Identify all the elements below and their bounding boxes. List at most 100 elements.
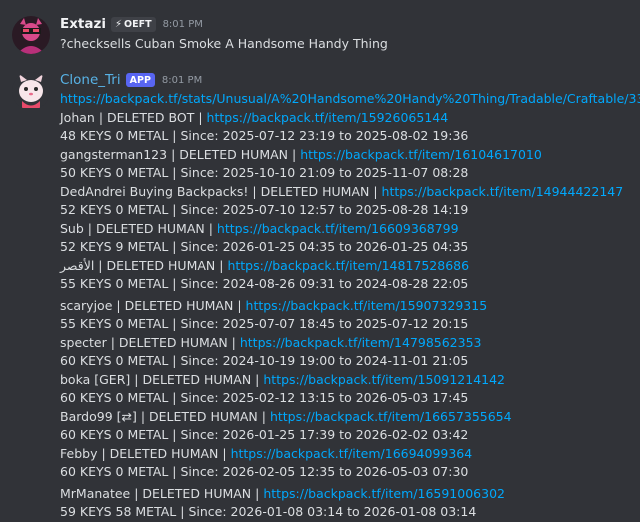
- listing-seller-line: Febby | DELETED HUMAN | https://backpack…: [60, 445, 636, 464]
- price: 52 KEYS 9 METAL: [60, 239, 169, 254]
- app-badge: APP: [125, 73, 155, 87]
- item-link[interactable]: https://backpack.tf/item/14944422147: [382, 184, 624, 199]
- seller-name: specter: [60, 334, 107, 350]
- until-date: 2024-08-28 22:05: [355, 276, 469, 291]
- separator: |: [369, 183, 382, 199]
- separator: |: [167, 146, 180, 162]
- listing-seller-line: specter | DELETED HUMAN | https://backpa…: [60, 334, 636, 353]
- since-label: Since:: [180, 128, 223, 143]
- separator: |: [136, 408, 150, 424]
- seller-status: DELETED HUMAN: [95, 220, 205, 236]
- until-date: 2025-08-28 14:19: [355, 202, 469, 217]
- listing-price-line: 60 KEYS 0 METAL | Since: 2026-01-25 17:3…: [60, 426, 636, 445]
- separator: |: [218, 445, 231, 461]
- item-link[interactable]: https://backpack.tf/item/16609368799: [217, 221, 459, 236]
- price: 59 KEYS 58 METAL: [60, 504, 177, 519]
- separator: |: [83, 220, 96, 236]
- item-link[interactable]: https://backpack.tf/item/15926065144: [207, 110, 449, 125]
- separator: |: [233, 297, 246, 313]
- separator: |: [94, 257, 107, 273]
- listing-price-line: 55 KEYS 0 METAL | Since: 2024-08-26 09:3…: [60, 275, 636, 294]
- since-date: 2026-01-25 17:39: [222, 427, 336, 442]
- avatar-extazi[interactable]: [12, 16, 50, 54]
- seller-status: DELETED BOT: [107, 109, 195, 125]
- timestamp[interactable]: 8:01 PM: [162, 75, 202, 86]
- separator: |: [94, 109, 108, 125]
- seller-status: DELETED HUMAN: [124, 297, 234, 313]
- listing-price-line: 60 KEYS 0 METAL | Since: 2024-10-19 19:0…: [60, 352, 636, 371]
- seller-name: scaryjoe: [60, 297, 113, 313]
- to-label: to: [335, 202, 356, 217]
- item-link[interactable]: https://backpack.tf/item/16657355654: [270, 409, 512, 424]
- since-date: 2025-07-10 12:57: [222, 202, 336, 217]
- item-link[interactable]: https://backpack.tf/item/16591006302: [263, 486, 505, 501]
- timestamp[interactable]: 8:01 PM: [163, 19, 203, 30]
- username-clone-tri[interactable]: Clone_Tri: [60, 72, 121, 88]
- username-extazi[interactable]: Extazi: [60, 16, 106, 32]
- to-label: to: [335, 353, 356, 368]
- until-date: 2026-02-02 03:42: [355, 427, 469, 442]
- separator: |: [248, 183, 261, 199]
- listing-seller-line: Bardo99 [⇄] | DELETED HUMAN | https://ba…: [60, 408, 636, 427]
- item-link[interactable]: https://backpack.tf/item/15907329315: [246, 298, 488, 313]
- listing-price-line: 60 KEYS 0 METAL | Since: 2026-02-05 12:3…: [60, 463, 636, 482]
- to-label: to: [335, 464, 356, 479]
- listing-price-line: 52 KEYS 9 METAL | Since: 2026-01-25 04:3…: [60, 238, 636, 257]
- separator: |: [168, 165, 181, 180]
- until-date: 2025-08-02 19:36: [355, 128, 469, 143]
- listing-seller-line: gangsterman123 | DELETED HUMAN | https:/…: [60, 146, 636, 165]
- stats-link[interactable]: https://backpack.tf/stats/Unusual/A%20Ha…: [60, 90, 640, 109]
- until-date: 2025-07-12 20:15: [355, 316, 469, 331]
- since-label: Since:: [180, 427, 223, 442]
- price: 48 KEYS 0 METAL: [60, 128, 169, 143]
- since-date: 2025-02-12 13:15: [222, 390, 336, 405]
- separator: |: [130, 485, 143, 501]
- since-date: 2026-02-05 12:35: [222, 464, 336, 479]
- seller-name: Sub: [60, 220, 84, 236]
- item-link[interactable]: https://backpack.tf/item/16694099364: [231, 446, 473, 461]
- separator: |: [251, 371, 264, 387]
- listing-list: Johan | DELETED BOT | https://backpack.t…: [60, 109, 636, 522]
- server-tag[interactable]: ⚡ OEFT: [110, 16, 156, 32]
- separator: |: [288, 146, 301, 162]
- listing-price-line: 52 KEYS 0 METAL | Since: 2025-07-10 12:5…: [60, 201, 636, 220]
- seller-status: DELETED HUMAN: [260, 183, 370, 199]
- to-label: to: [335, 239, 356, 254]
- bolt-icon: ⚡: [114, 18, 123, 30]
- price: 60 KEYS 0 METAL: [60, 390, 169, 405]
- listing-price-line: 50 KEYS 0 METAL | Since: 2025-10-10 21:0…: [60, 164, 636, 183]
- avatar-clone-tri[interactable]: [12, 72, 50, 110]
- separator: |: [168, 202, 181, 217]
- since-label: Since:: [180, 316, 223, 331]
- separator: |: [168, 464, 181, 479]
- until-date: 2026-01-08 03:14: [363, 504, 477, 519]
- item-link[interactable]: https://backpack.tf/item/14817528686: [227, 258, 469, 273]
- since-label: Since:: [180, 239, 223, 254]
- seller-status: DELETED HUMAN: [109, 445, 219, 461]
- stats-url[interactable]: https://backpack.tf/stats/Unusual/A%20Ha…: [60, 91, 640, 106]
- item-link[interactable]: https://backpack.tf/item/15091214142: [263, 372, 505, 387]
- price: 60 KEYS 0 METAL: [60, 427, 169, 442]
- listing-price-line: 60 KEYS 0 METAL | Since: 2025-02-12 13:1…: [60, 389, 636, 408]
- seller-status: DELETED HUMAN: [179, 146, 289, 162]
- to-label: to: [335, 316, 356, 331]
- separator: |: [257, 408, 270, 424]
- separator: |: [168, 239, 181, 254]
- price: 50 KEYS 0 METAL: [60, 165, 169, 180]
- item-link[interactable]: https://backpack.tf/item/14798562353: [240, 335, 482, 350]
- price: 60 KEYS 0 METAL: [60, 464, 169, 479]
- item-link[interactable]: https://backpack.tf/item/16104617010: [300, 147, 542, 162]
- price: 60 KEYS 0 METAL: [60, 353, 169, 368]
- separator: |: [168, 276, 181, 291]
- separator: |: [215, 257, 228, 273]
- since-label: Since:: [180, 202, 223, 217]
- price: 52 KEYS 0 METAL: [60, 202, 169, 217]
- listing-price-line: 55 KEYS 0 METAL | Since: 2025-07-07 18:4…: [60, 315, 636, 334]
- since-date: 2024-08-26 09:31: [222, 276, 336, 291]
- separator: |: [251, 485, 264, 501]
- since-label: Since:: [180, 165, 223, 180]
- since-date: 2025-07-12 23:19: [222, 128, 336, 143]
- until-date: 2026-05-03 17:45: [355, 390, 469, 405]
- listing-seller-line: Sub | DELETED HUMAN | https://backpack.t…: [60, 220, 636, 239]
- separator: |: [168, 353, 181, 368]
